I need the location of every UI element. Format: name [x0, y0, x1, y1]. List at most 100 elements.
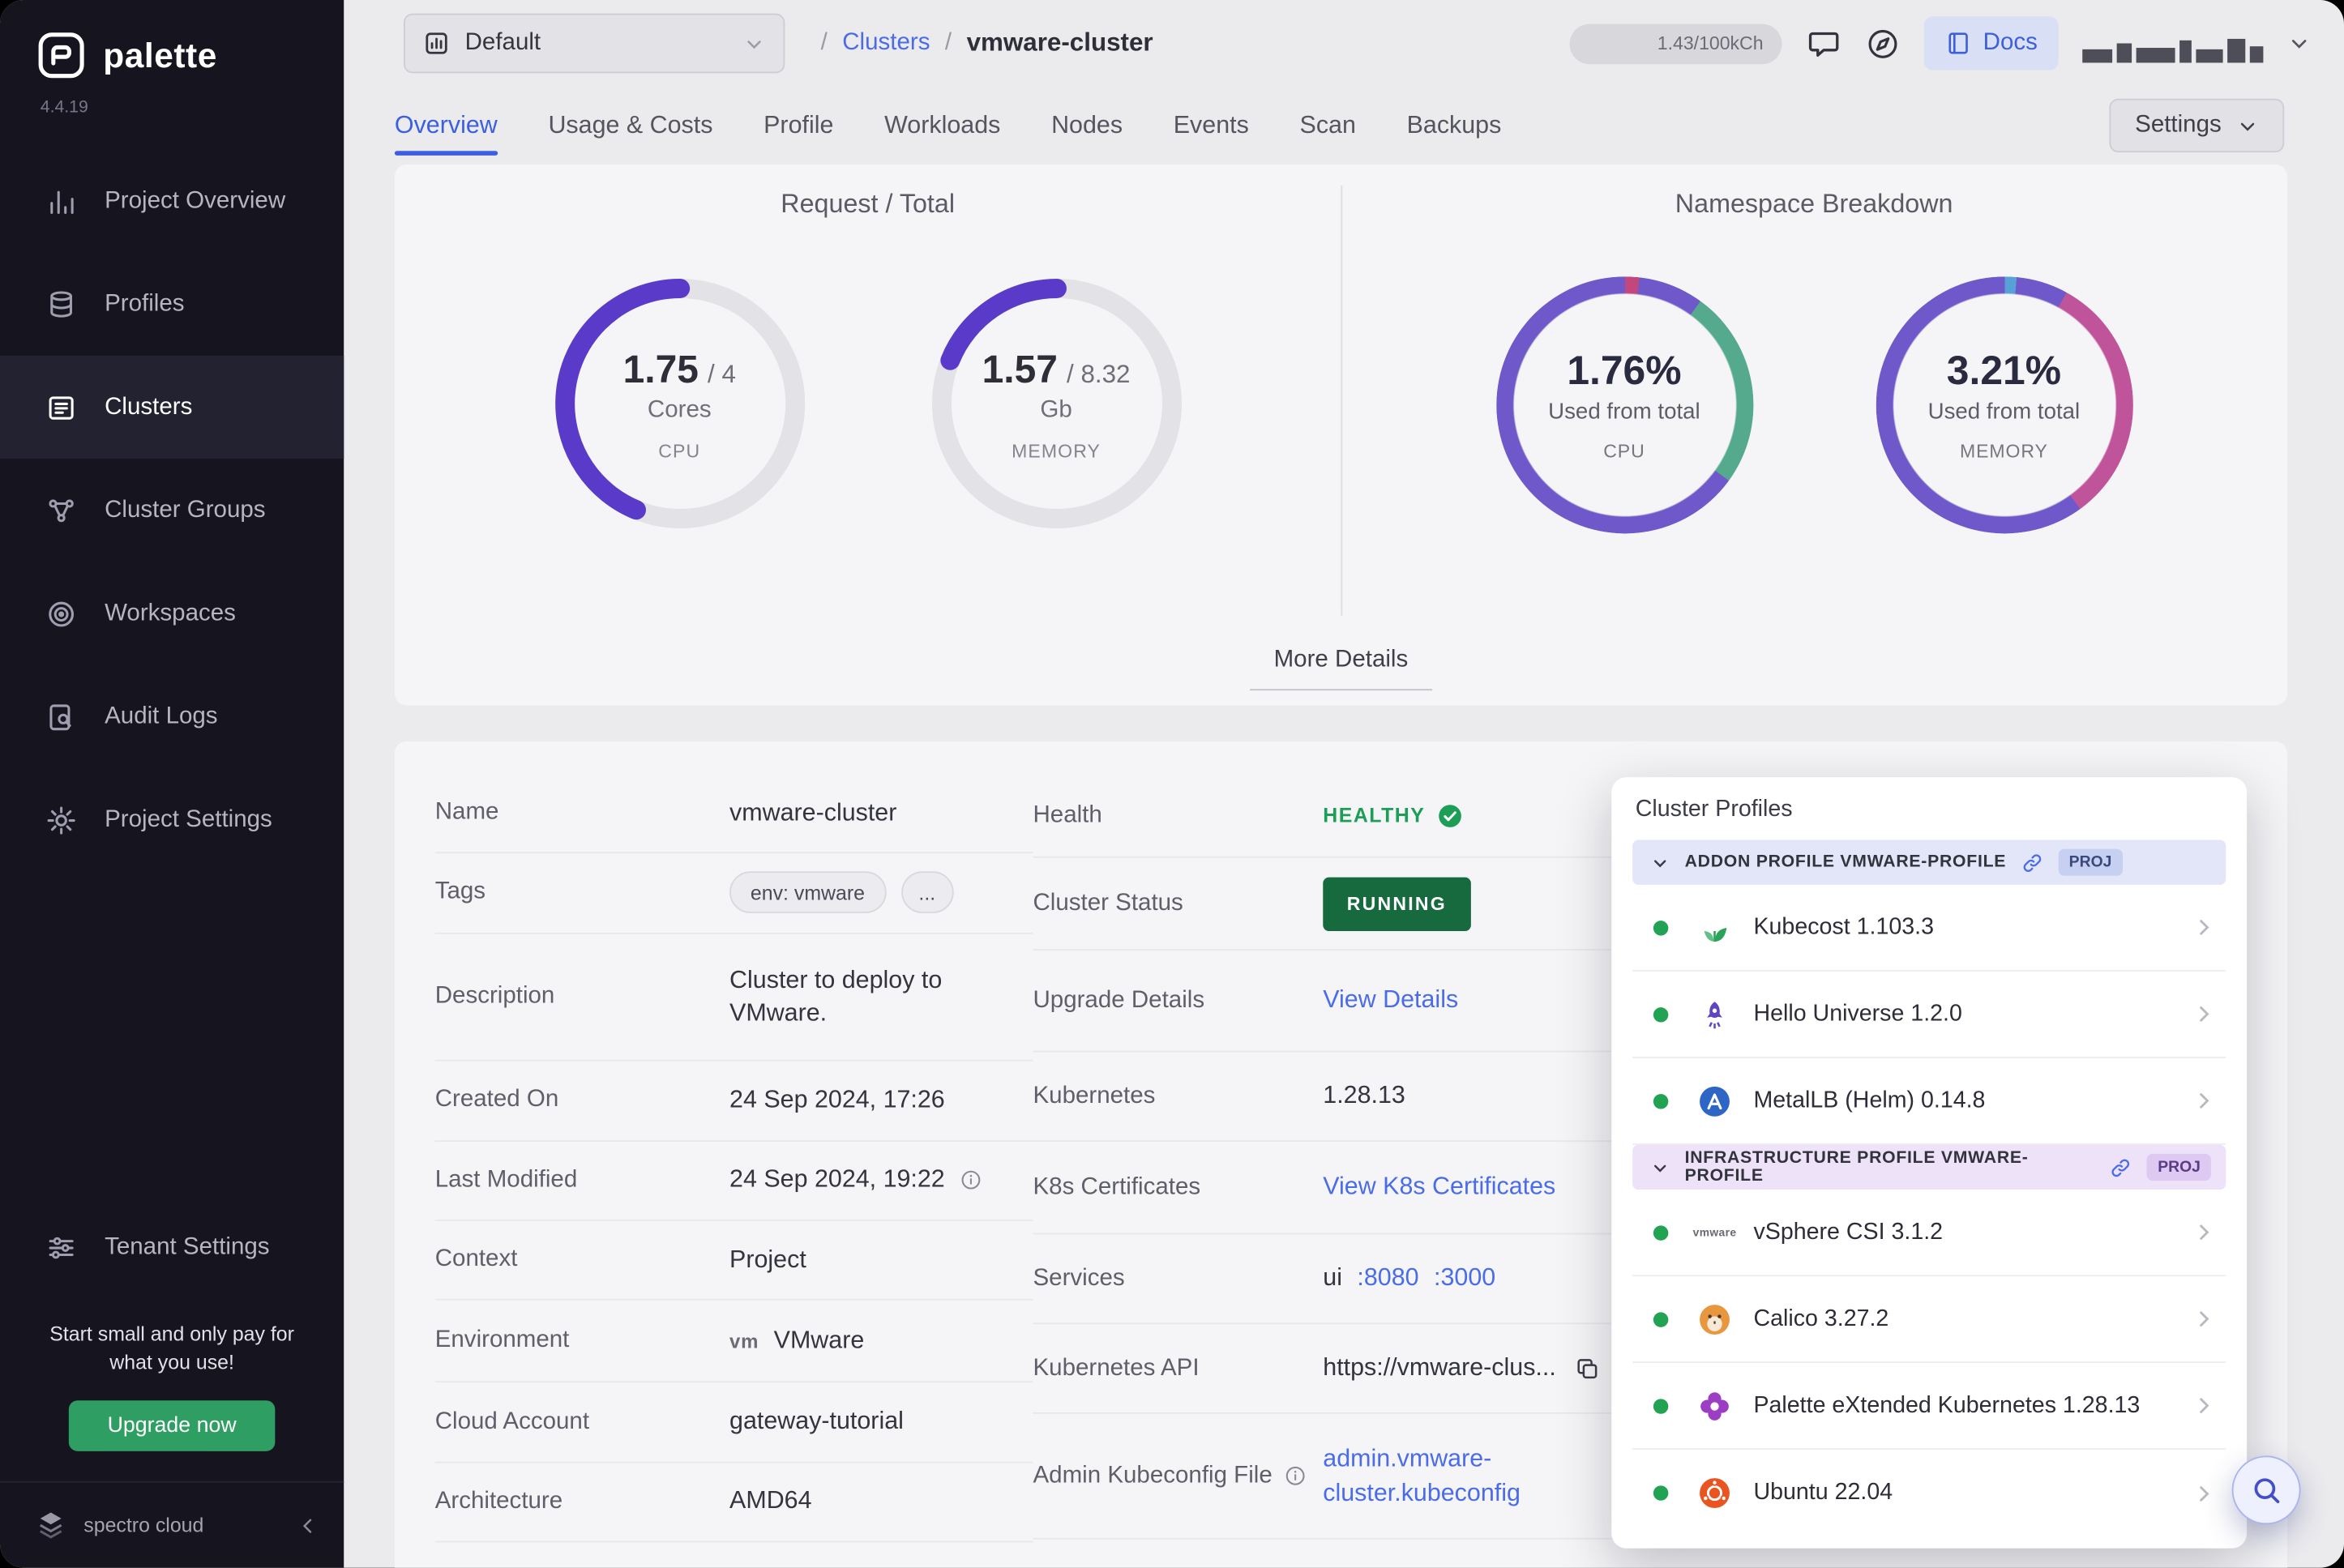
request-total-section: Request / Total 1.75/ 4 Cores CPU [395, 164, 1341, 706]
more-details-button[interactable]: More Details [1250, 647, 1432, 690]
service-port-3000-link[interactable]: :3000 [1434, 1264, 1495, 1292]
profile-item-kubecost[interactable]: Kubecost 1.103.3 [1632, 885, 2226, 972]
search-icon [2250, 1474, 2283, 1507]
sidebar-item-tenant-settings[interactable]: Tenant Settings [0, 1205, 344, 1292]
detail-row-description: Description Cluster to deploy to VMware. [435, 934, 1033, 1062]
chat-button[interactable] [1805, 25, 1841, 61]
status-dot [1653, 1093, 1668, 1108]
info-icon[interactable] [960, 1169, 982, 1192]
workspaces-icon [45, 597, 78, 630]
sidebar-item-label: Tenant Settings [105, 1235, 269, 1262]
detail-row-cluster-status: Cluster Status RUNNING [1033, 858, 1675, 951]
detail-row-name: Name vmware-cluster [435, 774, 1033, 853]
tags-more-button[interactable]: ... [900, 872, 953, 914]
detail-row-kubernetes: Kubernetes 1.28.13 [1033, 1052, 1675, 1142]
link-icon[interactable] [2110, 1156, 2132, 1179]
project-selector-value: Default [465, 30, 541, 57]
chevron-right-icon [2192, 1220, 2217, 1245]
view-k8s-certificates-link[interactable]: View K8s Certificates [1323, 1173, 1555, 1202]
cpu-request-donut: 1.75/ 4 Cores CPU [553, 276, 807, 531]
user-menu-chevron[interactable] [2287, 32, 2312, 56]
detail-row-kubernetes-api: Kubernetes API https://vmware-clus... [1033, 1324, 1675, 1414]
breadcrumb: / Clusters / vmware-cluster [821, 28, 1153, 58]
sidebar-footer: spectro cloud [0, 1481, 344, 1568]
memory-total-value: / 8.32 [1067, 360, 1130, 390]
tab-profile[interactable]: Profile [764, 89, 833, 162]
upgrade-now-button[interactable]: Upgrade now [69, 1400, 276, 1451]
view-details-link[interactable]: View Details [1323, 986, 1458, 1015]
help-button[interactable] [1865, 26, 1899, 60]
palette-logo-icon [36, 30, 87, 81]
sidebar-item-label: Project Overview [105, 187, 285, 214]
usage-credits-pill[interactable]: 1.43/100kCh [1569, 23, 1782, 64]
tab-nodes[interactable]: Nodes [1051, 89, 1123, 162]
detail-row-services: Services ui :8080 :3000 [1033, 1234, 1675, 1324]
chevron-down-icon [2236, 114, 2259, 137]
cluster-profiles-panel: Cluster Profiles ADDON PROFILE VMWARE-PR… [1611, 777, 2247, 1549]
request-total-title: Request / Total [395, 188, 1341, 220]
book-icon [1944, 30, 1971, 57]
chart-icon [423, 30, 450, 57]
settings-label: Settings [2135, 112, 2222, 139]
details-left-column: Name vmware-cluster Tags env: vmware ...… [435, 774, 1033, 1542]
settings-button[interactable]: Settings [2110, 99, 2284, 152]
service-port-8080-link[interactable]: :8080 [1357, 1264, 1418, 1292]
tab-events[interactable]: Events [1174, 89, 1249, 162]
sidebar-item-project-overview[interactable]: Project Overview [0, 149, 344, 252]
sidebar-item-profiles[interactable]: Profiles [0, 253, 344, 356]
docs-label: Docs [1983, 30, 2038, 57]
docs-button[interactable]: Docs [1923, 16, 2059, 70]
namespace-cpu-label: CPU [1603, 441, 1645, 462]
breadcrumb-clusters-link[interactable]: Clusters [842, 30, 930, 57]
copy-button[interactable] [1574, 1355, 1601, 1382]
sidebar-item-label: Audit Logs [105, 703, 217, 730]
chevron-down-icon [1650, 852, 1670, 872]
profile-item-vsphere-csi[interactable]: vmware vSphere CSI 3.1.2 [1632, 1190, 2226, 1276]
infrastructure-profile-header[interactable]: INFRASTRUCTURE PROFILE VMWARE-PROFILE PR… [1632, 1145, 2226, 1190]
tab-scan[interactable]: Scan [1300, 89, 1356, 162]
sidebar-item-project-settings[interactable]: Project Settings [0, 768, 344, 871]
cpu-used-value: 1.75 [623, 346, 699, 392]
link-icon[interactable] [2021, 851, 2044, 874]
namespace-cpu-value: 1.76% [1567, 348, 1681, 395]
memory-label: MEMORY [1012, 440, 1101, 461]
tab-overview[interactable]: Overview [395, 89, 498, 162]
profile-item-palette-extended-kubernetes[interactable]: Palette eXtended Kubernetes 1.28.13 [1632, 1363, 2226, 1450]
user-menu-redacted[interactable] [2082, 24, 2263, 63]
breadcrumb-separator: / [821, 30, 828, 57]
detail-row-admin-kubeconfig: Admin Kubeconfig File admin.vmware-clust… [1033, 1414, 1675, 1540]
namespace-breakdown-title: Namespace Breakdown [1341, 188, 2286, 220]
chevron-right-icon [2192, 1088, 2217, 1113]
addon-profile-header[interactable]: ADDON PROFILE VMWARE-PROFILE PROJ [1632, 840, 2226, 885]
profile-item-calico[interactable]: Calico 3.27.2 [1632, 1276, 2226, 1363]
topbar: Default / Clusters / vmware-cluster 1.43… [344, 0, 2344, 87]
layers-icon [45, 288, 78, 321]
namespace-memory-donut: 3.21% Used from total MEMORY [1876, 276, 2132, 533]
tab-backups[interactable]: Backups [1407, 89, 1502, 162]
chat-icon [1805, 25, 1841, 61]
profile-item-metallb[interactable]: MetalLB (Helm) 0.14.8 [1632, 1058, 2226, 1145]
sidebar-item-label: Clusters [105, 394, 192, 421]
sidebar-item-audit-logs[interactable]: Audit Logs [0, 665, 344, 768]
sidebar-item-clusters[interactable]: Clusters [0, 356, 344, 459]
profile-item-ubuntu[interactable]: Ubuntu 22.04 [1632, 1450, 2226, 1536]
health-status-badge: HEALTHY [1323, 802, 1464, 829]
tab-usage-costs[interactable]: Usage & Costs [548, 89, 712, 162]
tab-workloads[interactable]: Workloads [884, 89, 1000, 162]
sidebar-item-cluster-groups[interactable]: Cluster Groups [0, 459, 344, 562]
project-selector[interactable]: Default [404, 14, 785, 74]
detail-row-last-modified: Last Modified 24 Sep 2024, 19:22 [435, 1141, 1033, 1220]
detail-row-k8s-certificates: K8s Certificates View K8s Certificates [1033, 1142, 1675, 1234]
sidebar-item-workspaces[interactable]: Workspaces [0, 562, 344, 664]
namespace-memory-label: MEMORY [1960, 441, 2048, 462]
collapse-sidebar-button[interactable] [296, 1513, 320, 1537]
detail-row-architecture: Architecture AMD64 [435, 1463, 1033, 1542]
cpu-label: CPU [658, 440, 700, 461]
cpu-total-value: / 4 [708, 360, 736, 390]
search-fab-button[interactable] [2232, 1455, 2301, 1524]
info-icon[interactable] [1285, 1465, 1307, 1488]
profile-item-hello-universe[interactable]: Hello Universe 1.2.0 [1632, 972, 2226, 1058]
admin-kubeconfig-link[interactable]: admin.vmware-cluster.kubeconfig [1323, 1442, 1562, 1509]
memory-request-donut: 1.57/ 8.32 Gb MEMORY [929, 276, 1183, 531]
brand-logo-row: palette [0, 0, 344, 81]
